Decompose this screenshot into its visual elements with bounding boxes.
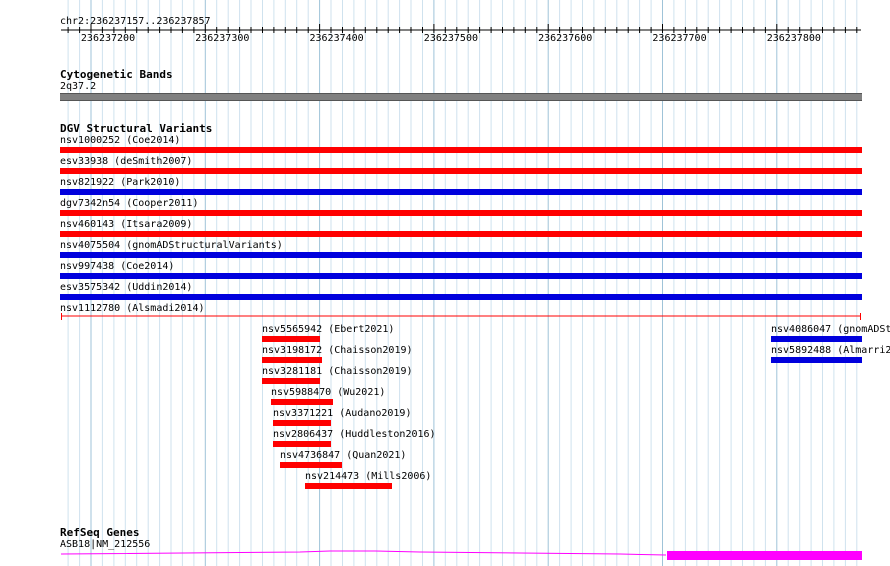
dgv-feature-bar[interactable] bbox=[60, 273, 862, 279]
dgv-feature-label: nsv4736847 (Quan2021) bbox=[280, 450, 407, 461]
ruler-tick-label: 236237600 bbox=[538, 33, 593, 44]
dgv-feature-label: nsv997438 (Coe2014) bbox=[60, 261, 175, 272]
dgv-feature-label: nsv5988470 (Wu2021) bbox=[271, 387, 386, 398]
ruler-tick-label: 236237400 bbox=[309, 33, 364, 44]
track-title-refseq: RefSeq Genes bbox=[60, 526, 140, 539]
dgv-feature-label: nsv5565942 (Ebert2021) bbox=[262, 324, 395, 335]
dgv-feature-bar[interactable] bbox=[60, 189, 862, 195]
ruler-tick-label: 236237500 bbox=[423, 33, 478, 44]
dgv-feature-label: nsv5892488 (Almarri2 bbox=[771, 345, 890, 356]
cytoband-2q37-2[interactable] bbox=[60, 93, 862, 101]
dgv-feature-bar[interactable] bbox=[771, 357, 862, 363]
dgv-feature-bar[interactable] bbox=[280, 462, 342, 468]
dgv-feature-bar[interactable] bbox=[262, 336, 320, 342]
dgv-feature-label: nsv3198172 (Chaisson2019) bbox=[262, 345, 413, 356]
dgv-feature-label: esv33938 (deSmith2007) bbox=[60, 156, 193, 167]
dgv-feature-bar[interactable] bbox=[60, 147, 862, 153]
dgv-feature-bar[interactable] bbox=[60, 210, 862, 216]
gene-model-asb18[interactable] bbox=[0, 546, 890, 566]
dgv-feature-label: nsv821922 (Park2010) bbox=[60, 177, 181, 188]
dgv-feature-bar[interactable] bbox=[60, 252, 862, 258]
dgv-feature-bar[interactable] bbox=[271, 399, 333, 405]
dgv-feature-label: nsv3281181 (Chaisson2019) bbox=[262, 366, 413, 377]
genome-browser-view[interactable]: chr2:236237157..236237857 236237200 23623… bbox=[0, 0, 890, 566]
dgv-feature-label: nsv3371221 (Audano2019) bbox=[273, 408, 412, 419]
dgv-feature-bar[interactable] bbox=[771, 336, 862, 342]
dgv-feature-label: nsv2806437 (Huddleston2016) bbox=[273, 429, 436, 440]
dgv-feature-label: dgv7342n54 (Cooper2011) bbox=[60, 198, 199, 209]
dgv-feature-label: nsv4075504 (gnomADStructuralVariants) bbox=[60, 240, 283, 251]
dgv-feature-bar[interactable] bbox=[305, 483, 392, 489]
dgv-feature-line[interactable] bbox=[0, 313, 890, 321]
dgv-feature-bar[interactable] bbox=[60, 294, 862, 300]
dgv-feature-bar[interactable] bbox=[262, 357, 322, 363]
dgv-feature-bar[interactable] bbox=[273, 441, 331, 447]
dgv-feature-label: nsv460143 (Itsara2009) bbox=[60, 219, 193, 230]
track-title-dgv: DGV Structural Variants bbox=[60, 122, 213, 135]
ruler-tick-label: 236237800 bbox=[766, 33, 821, 44]
dgv-feature-bar[interactable] bbox=[262, 378, 320, 384]
dgv-feature-label: nsv214473 (Mills2006) bbox=[305, 471, 432, 482]
dgv-feature-label: esv3575342 (Uddin2014) bbox=[60, 282, 193, 293]
dgv-feature-bar[interactable] bbox=[273, 420, 331, 426]
ruler-tick-label: 236237300 bbox=[195, 33, 250, 44]
ruler-tick-label: 236237700 bbox=[652, 33, 707, 44]
cytoband-label: 2q37.2 bbox=[60, 81, 97, 92]
dgv-feature-bar[interactable] bbox=[60, 231, 862, 237]
dgv-feature-bar[interactable] bbox=[60, 168, 862, 174]
track-title-cytoband: Cytogenetic Bands bbox=[60, 68, 173, 81]
dgv-feature-label: nsv4086047 (gnomADSt bbox=[771, 324, 890, 335]
ruler-tick-label: 236237200 bbox=[80, 33, 136, 44]
dgv-feature-label: nsv1000252 (Coe2014) bbox=[60, 135, 181, 146]
